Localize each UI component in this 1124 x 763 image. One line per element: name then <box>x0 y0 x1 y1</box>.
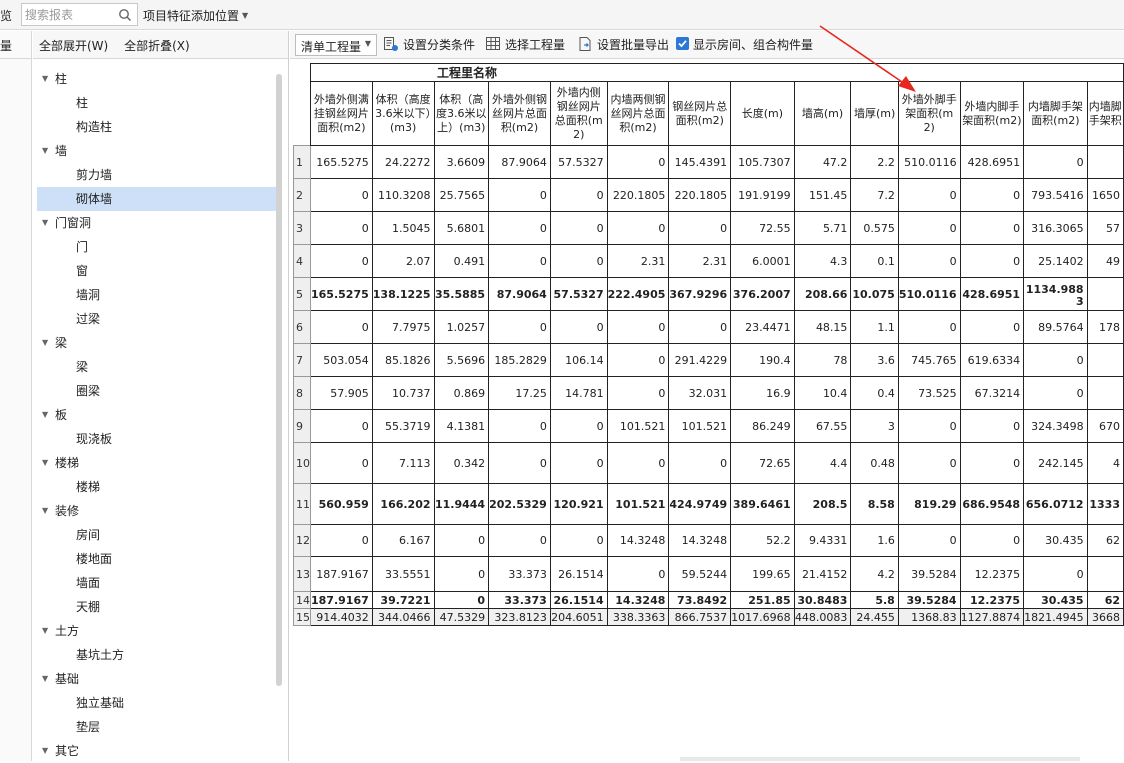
annotation-arrow <box>819 25 916 92</box>
horizontal-scrollbar[interactable] <box>680 757 1080 761</box>
